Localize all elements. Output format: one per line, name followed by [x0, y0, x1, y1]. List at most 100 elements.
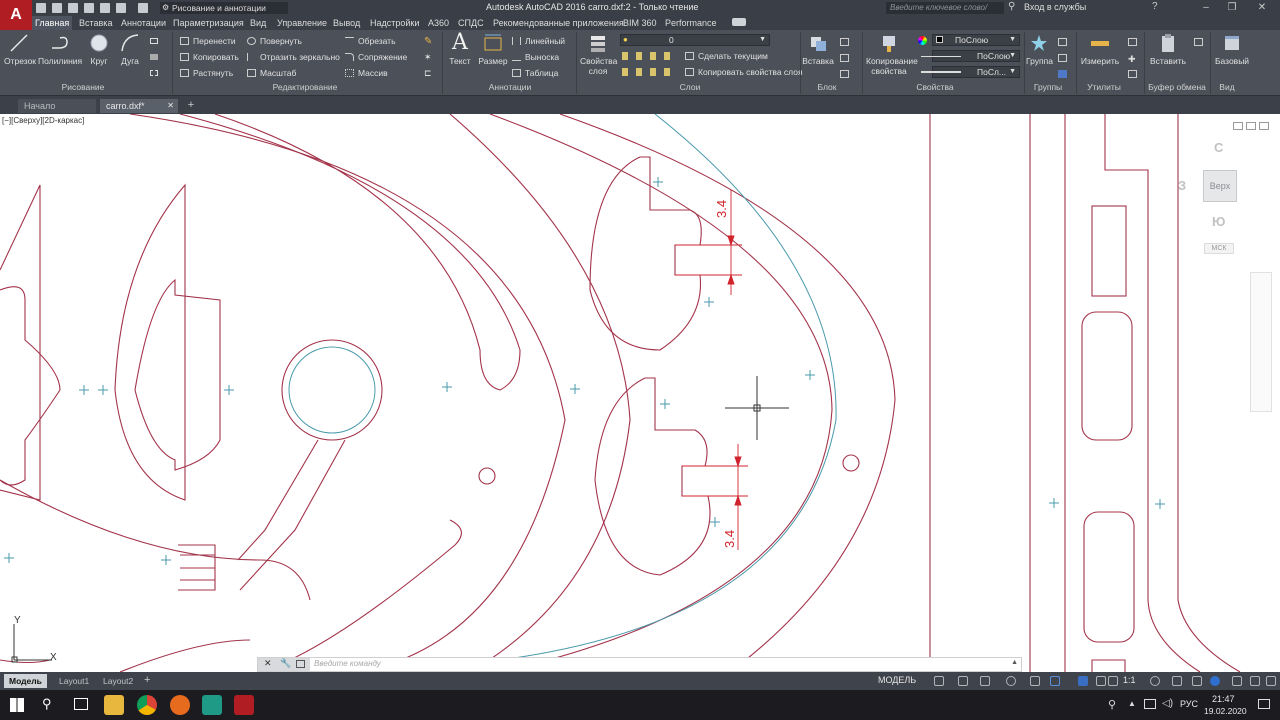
viewcube-north[interactable]: С [1214, 140, 1223, 155]
array-tool[interactable]: Массив [345, 67, 388, 79]
line-tool[interactable]: Отрезок [4, 32, 36, 66]
layers-panel-title[interactable]: Слои [670, 82, 710, 94]
viewport-minimize-icon[interactable] [1233, 122, 1243, 130]
model-space-toggle[interactable]: МОДЕЛЬ [878, 675, 916, 685]
stretch-tool[interactable]: Растянуть [180, 67, 233, 79]
app-3-icon[interactable] [202, 695, 222, 715]
tab-insert[interactable]: Вставка [76, 16, 115, 30]
chevron-up-icon[interactable]: ▲ [1128, 699, 1136, 708]
groups-panel-title[interactable]: Группы [1028, 82, 1068, 94]
firefox-icon[interactable] [170, 695, 190, 715]
layout-tab-layout2[interactable]: Layout2 [98, 674, 138, 688]
viewport-restore-icon[interactable] [1246, 122, 1256, 130]
close-icon[interactable]: ✕ [264, 658, 272, 669]
help-icon[interactable]: ? [1152, 1, 1158, 12]
leader-tool[interactable]: Выноска [512, 51, 559, 63]
workspace-dropdown[interactable]: Рисование и аннотации [160, 2, 288, 14]
clock-date[interactable]: 19.02.2020 [1204, 706, 1247, 716]
trim-tool[interactable]: Обрезать [345, 35, 396, 47]
polyline-tool[interactable]: Полилиния [38, 32, 82, 66]
command-line[interactable]: ✕ 🔧 Введите команду ▲ [257, 657, 1022, 672]
ortho-icon[interactable] [980, 676, 990, 686]
clipboard-panel-title[interactable]: Буфер обмена [1144, 82, 1210, 94]
chevron-up-icon[interactable]: ▲ [1011, 659, 1018, 666]
annotation-scale[interactable]: 1:1 [1123, 675, 1136, 685]
chrome-icon[interactable] [137, 695, 157, 715]
ungroup-icon[interactable] [1058, 38, 1067, 46]
rectangle-icon[interactable] [150, 38, 158, 44]
properties-panel-title[interactable]: Свойства [912, 82, 958, 94]
arc-tool[interactable]: Дуга [118, 32, 142, 66]
layer-tools-2-icon[interactable] [622, 68, 678, 76]
print-icon[interactable] [100, 3, 110, 13]
utilities-panel-title[interactable]: Утилиты [1084, 82, 1124, 94]
hatch-icon[interactable] [150, 54, 158, 60]
save-as-icon[interactable] [84, 3, 94, 13]
base-view-tool[interactable]: Базовый [1214, 32, 1250, 66]
block-panel-title[interactable]: Блок [812, 82, 842, 94]
tab-bim360[interactable]: BIM 360 [620, 16, 660, 30]
close-button[interactable]: ✕ [1252, 1, 1272, 15]
drawing-area[interactable]: 3.4 3.4 Y X [−][Сверху][2D-каркас] С З В… [0, 114, 1280, 672]
isolate-icon[interactable] [1210, 676, 1220, 686]
quick-calc-icon[interactable] [1128, 38, 1137, 46]
viewcube-south[interactable]: Ю [1212, 214, 1225, 229]
copy-clip-icon[interactable] [1194, 38, 1203, 46]
text-tool[interactable]: A Текст [448, 32, 472, 67]
mirror-tool[interactable]: Отразить зеркально [247, 51, 340, 63]
match-properties-tool[interactable]: Копирование свойства [866, 32, 918, 76]
create-block-icon[interactable] [840, 38, 849, 46]
block-attr-icon[interactable] [840, 70, 849, 78]
offset-icon[interactable]: ⊏ [424, 68, 432, 79]
scale-tool[interactable]: Масштаб [247, 67, 296, 79]
drawing-geometry[interactable]: 3.4 3.4 Y X [0, 114, 1280, 672]
dimension-text-lower[interactable]: 3.4 [722, 530, 737, 548]
autocad-taskbar-icon[interactable] [234, 695, 254, 715]
group-select-icon[interactable] [1058, 70, 1067, 78]
tab-addins[interactable]: Надстройки [367, 16, 422, 30]
linear-dim-tool[interactable]: Линейный [512, 35, 565, 47]
region-icon[interactable] [150, 70, 158, 76]
dimension-tool[interactable]: Размер [478, 32, 508, 66]
draw-panel-title[interactable]: Рисование [58, 82, 108, 94]
annotation-icon[interactable] [1078, 676, 1088, 686]
hardware-accel-icon[interactable] [1192, 676, 1202, 686]
match-layer-tool[interactable]: Копировать свойства слоя [685, 66, 803, 78]
new-file-icon[interactable] [36, 3, 46, 13]
layer-dropdown[interactable]: ● 0 ▼ [620, 34, 770, 46]
edit-block-icon[interactable] [840, 54, 849, 62]
undo-icon[interactable] [116, 3, 126, 13]
search-icon[interactable]: ⚲ [42, 696, 52, 712]
plus-icon[interactable] [1172, 676, 1182, 686]
snap-icon[interactable] [958, 676, 968, 686]
viewport-label[interactable]: [−][Сверху][2D-каркас] [2, 116, 84, 125]
color-dropdown[interactable]: ПоСлою ▼ [932, 34, 1020, 46]
wcs-dropdown[interactable]: МСК [1204, 243, 1234, 254]
file-explorer-icon[interactable] [104, 695, 124, 715]
cleanscreen-icon[interactable] [1232, 676, 1242, 686]
polar-icon[interactable] [1006, 676, 1016, 686]
tab-a360[interactable]: A360 [425, 16, 452, 30]
group-tool[interactable]: Группа [1026, 32, 1053, 66]
clock-time[interactable]: 21:47 [1212, 694, 1235, 704]
maximize-button[interactable]: ❐ [1222, 1, 1242, 15]
navigation-bar[interactable] [1250, 272, 1272, 412]
viewport-close-icon[interactable] [1259, 122, 1269, 130]
wrench-icon[interactable]: 🔧 [280, 658, 291, 669]
windows-start-icon[interactable] [10, 698, 24, 712]
layout-tab-layout1[interactable]: Layout1 [54, 674, 94, 688]
fillet-tool[interactable]: Сопряжение [345, 51, 407, 63]
insert-block-tool[interactable]: Вставка [802, 32, 834, 66]
signin-button[interactable]: Вход в службы [1024, 2, 1086, 12]
select-all-icon[interactable] [1128, 70, 1137, 78]
customize-icon[interactable] [1250, 676, 1260, 686]
tab-home[interactable]: Главная [32, 16, 73, 30]
osnap-icon[interactable] [1030, 676, 1040, 686]
tab-featured-apps[interactable]: Рекомендованные приложения [490, 16, 627, 30]
new-tab-button[interactable]: + [184, 99, 198, 113]
explode-icon[interactable]: ✶ [424, 52, 432, 63]
network-icon[interactable] [1144, 699, 1156, 709]
id-point-icon[interactable]: ✚ [1128, 54, 1136, 65]
viewcube-top[interactable]: Верх [1203, 170, 1237, 202]
save-icon[interactable] [68, 3, 78, 13]
